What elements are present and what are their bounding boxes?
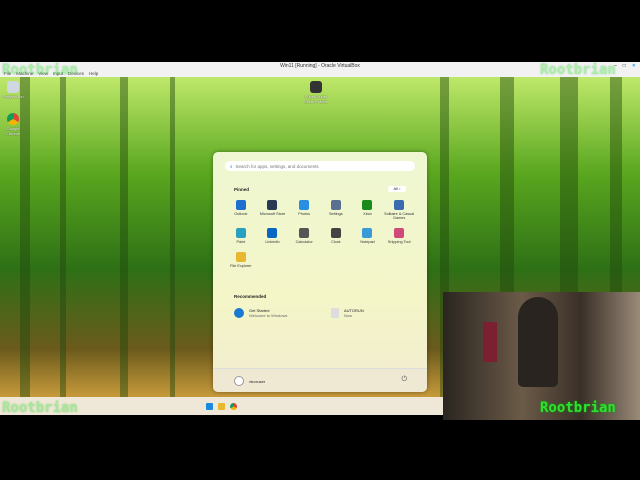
app-icon	[299, 228, 310, 238]
desktop-icon-recycle-bin[interactable]: Recycle Bin	[1, 81, 25, 99]
app-icon	[310, 81, 322, 93]
power-button[interactable]: ⏻	[401, 376, 407, 384]
start-menu: ⌕ Search for apps, settings, and documen…	[213, 152, 427, 392]
recommended-heading: Recommended	[234, 294, 267, 299]
pinned-app-clock[interactable]: Clock	[320, 228, 352, 244]
watermark: Rootbrian	[540, 62, 616, 78]
menu-help[interactable]: Help	[89, 70, 98, 77]
start-footer: vboxuser ⏻	[213, 368, 427, 392]
file-icon	[331, 308, 339, 318]
window-controls: – □ ✕	[614, 62, 636, 70]
app-label: Microsoft Store	[259, 212, 286, 216]
recycle-bin-icon	[7, 81, 19, 93]
app-label: Calculator	[295, 240, 313, 244]
avatar-icon	[234, 376, 244, 386]
maximize-button[interactable]: □	[623, 62, 626, 70]
app-icon	[235, 200, 246, 210]
pinned-heading: Pinned	[234, 187, 250, 192]
app-label: Paint	[236, 240, 246, 244]
recommended-autorun[interactable]: AUTORUN Now	[331, 308, 364, 318]
pinned-app-notepad[interactable]: Notepad	[352, 228, 384, 244]
close-button[interactable]: ✕	[632, 62, 636, 70]
app-icon	[362, 200, 373, 210]
app-icon	[235, 228, 246, 238]
app-label: LinkedIn	[265, 240, 280, 244]
pinned-app-outlook[interactable]: Outlook	[225, 200, 257, 220]
app-label: Snipping Tool	[387, 240, 411, 244]
app-icon	[330, 200, 341, 210]
app-icon	[267, 200, 278, 210]
app-icon	[299, 200, 310, 210]
watermark: Rootbrian	[540, 400, 616, 416]
app-label: Photos	[298, 212, 311, 216]
pinned-app-xbox[interactable]: Xbox	[352, 200, 384, 220]
start-icon[interactable]	[206, 402, 213, 410]
app-label: Solitaire & Casual Games	[384, 212, 415, 220]
chrome-icon	[7, 113, 19, 125]
search-icon: ⌕	[230, 163, 233, 169]
file-explorer-icon[interactable]	[218, 402, 225, 410]
desktop-icon-app[interactable]: Super Duper Secure Mode	[304, 81, 328, 104]
app-icon	[330, 228, 341, 238]
app-label: Notepad	[360, 240, 375, 244]
recommended-get-started[interactable]: Get Started Welcome to Windows	[234, 308, 287, 318]
app-label: Settings	[328, 212, 343, 216]
desktop-icon-chrome[interactable]: Google Chrome	[1, 113, 25, 136]
app-icon	[394, 228, 405, 238]
search-input[interactable]: ⌕ Search for apps, settings, and documen…	[225, 161, 415, 171]
pinned-app-settings[interactable]: Settings	[320, 200, 352, 220]
user-account-button[interactable]: vboxuser	[234, 376, 265, 386]
poster	[483, 322, 497, 362]
app-label: File Explorer	[230, 264, 252, 268]
pinned-app-paint[interactable]: Paint	[225, 228, 257, 244]
pinned-app-calculator[interactable]: Calculator	[288, 228, 320, 244]
app-label: Clock	[331, 240, 341, 244]
person	[518, 297, 558, 387]
all-apps-button[interactable]: All ›	[388, 186, 406, 192]
app-label: Outlook	[234, 212, 248, 216]
app-icon	[362, 228, 373, 238]
pinned-app-microsoft-store[interactable]: Microsoft Store	[257, 200, 289, 220]
app-icon	[235, 252, 246, 262]
pinned-app-linkedin[interactable]: LinkedIn	[257, 228, 289, 244]
pinned-app-snipping-tool[interactable]: Snipping Tool	[383, 228, 415, 244]
pinned-grid: Outlook Microsoft Store Photos Settings Xbox…	[225, 200, 415, 268]
watermark: Rootbrian	[2, 62, 78, 78]
pinned-app-solitaire-casual-games[interactable]: Solitaire & Casual Games	[383, 200, 415, 220]
pinned-app-photos[interactable]: Photos	[288, 200, 320, 220]
app-icon	[394, 200, 405, 210]
get-started-icon	[234, 308, 244, 318]
watermark: Rootbrian	[2, 400, 78, 416]
app-label: Xbox	[363, 212, 372, 216]
pinned-app-file-explorer[interactable]: File Explorer	[225, 252, 257, 268]
chrome-icon[interactable]	[230, 402, 237, 410]
app-icon	[267, 228, 278, 238]
